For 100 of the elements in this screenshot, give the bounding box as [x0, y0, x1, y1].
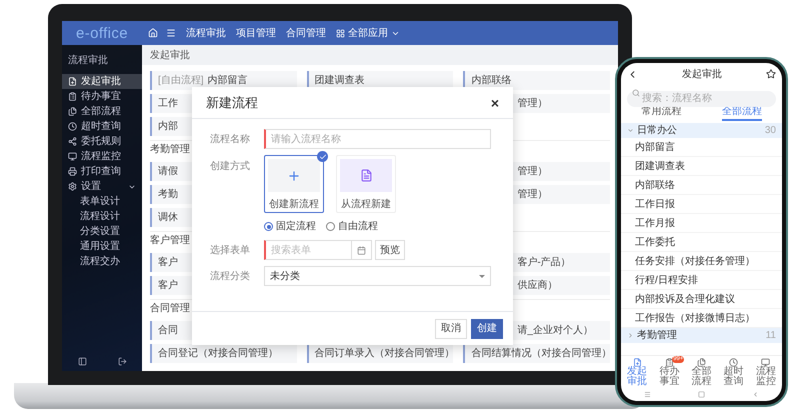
- process-name: 管理）: [517, 166, 548, 176]
- process-name: 客户: [158, 258, 178, 268]
- sidebar-subitem[interactable]: 流程设计: [62, 209, 142, 224]
- form-picker-button[interactable]: [352, 240, 372, 260]
- exit-icon[interactable]: [118, 356, 126, 366]
- cancel-button[interactable]: 取消: [435, 318, 467, 338]
- menu-item-icon: [68, 167, 77, 176]
- bottom-nav-item[interactable]: 发起审批: [621, 356, 654, 387]
- process-list-item[interactable]: 工作日报: [621, 195, 782, 214]
- process-name: 内部留言: [208, 76, 248, 86]
- menu-item-icon: [68, 92, 77, 101]
- panel-icon[interactable]: [78, 356, 86, 366]
- menu-icon[interactable]: [166, 28, 176, 38]
- sidebar-subitem[interactable]: 通用设置: [62, 239, 142, 254]
- process-name: 考勤: [158, 190, 178, 200]
- menu-item-icon: [68, 137, 77, 146]
- process-name: 管理）: [517, 98, 548, 108]
- group-header[interactable]: 考勤管理 11: [621, 328, 782, 343]
- sidebar-item[interactable]: 待办事宜: [62, 89, 142, 104]
- field-label: 创建方式: [210, 160, 251, 174]
- sidebar-item[interactable]: 打印查询: [62, 164, 142, 179]
- menu-item-icon: [68, 182, 77, 191]
- process-name: 合同订单录入（对接合同管理）: [314, 348, 455, 358]
- process-tag: [自由流程]: [158, 76, 204, 86]
- process-name: 调休: [158, 212, 178, 222]
- close-button[interactable]: ×: [490, 96, 499, 110]
- calendar-icon: [357, 246, 366, 254]
- nav-icon: [761, 358, 770, 367]
- top-nav-link[interactable]: 全部应用: [348, 26, 388, 40]
- sidebar-item[interactable]: 超时查询: [62, 119, 142, 134]
- process-type-radio[interactable]: 固定流程: [264, 219, 316, 234]
- star-icon[interactable]: [766, 69, 776, 79]
- create-button[interactable]: 创建: [471, 318, 503, 338]
- process-name: 内部联络: [471, 76, 512, 86]
- process-list-item[interactable]: 团建调查表: [621, 157, 782, 176]
- breadcrumb: 发起审批: [149, 48, 191, 62]
- card-label: 从流程新建: [341, 198, 391, 212]
- process-list-item[interactable]: 内部投诉及合理化建议: [621, 290, 782, 309]
- chevron-right-icon: [627, 332, 634, 339]
- nav-icon: [664, 358, 674, 367]
- process-name: 合同: [158, 326, 178, 336]
- process-name: 请_企业对个人）: [517, 326, 593, 336]
- card-label: 创建新流程: [269, 198, 319, 212]
- menu-item-icon: [68, 77, 77, 86]
- bottom-nav-item[interactable]: 超时查询: [718, 356, 750, 387]
- form-search-field[interactable]: 搜索表单: [264, 240, 352, 260]
- logo: e-office: [75, 26, 129, 40]
- sidebar-item[interactable]: 全部流程: [62, 104, 142, 119]
- process-list-item[interactable]: 任务安排（对接任务管理）: [621, 252, 782, 271]
- nav-icon: [697, 358, 706, 367]
- creation-mode-card[interactable]: 从流程新建: [336, 155, 396, 213]
- sidebar-subitem[interactable]: 分类设置: [62, 224, 142, 239]
- nav-icon: [729, 358, 738, 367]
- category-select[interactable]: 未分类: [264, 266, 491, 286]
- process-name-field[interactable]: 请输入流程名称: [264, 129, 491, 149]
- nav-icon: [632, 358, 642, 367]
- process-name: 团建调查表: [314, 76, 365, 86]
- top-nav-link[interactable]: 合同管理: [286, 26, 326, 40]
- dialog-title: 新建流程: [206, 94, 258, 112]
- process-list-item[interactable]: 工作月报: [621, 214, 782, 233]
- process-name: 供应商）: [517, 280, 558, 290]
- sidebar-subitem[interactable]: 流程交办: [62, 254, 142, 269]
- chevron-down-icon: [627, 127, 634, 134]
- process-list-item[interactable]: 内部留言: [621, 138, 782, 157]
- process-name: 合同结算情况（对接合同管理）: [471, 348, 612, 358]
- sidebar-item[interactable]: 委托规则: [62, 134, 142, 149]
- bottom-nav-item[interactable]: 全部流程: [685, 356, 718, 387]
- plus-icon: [287, 168, 301, 182]
- phone-title: 发起审批: [682, 68, 722, 82]
- sidebar-item[interactable]: 发起审批: [62, 74, 142, 89]
- search-field[interactable]: 搜索：流程名称: [627, 90, 776, 106]
- check-badge-icon: [317, 151, 328, 162]
- field-label: 流程分类: [210, 270, 251, 284]
- bottom-nav-item[interactable]: 流程监控: [750, 356, 782, 387]
- menu-item-icon: [68, 152, 77, 161]
- group-header[interactable]: 日常办公 30: [621, 123, 782, 138]
- process-item[interactable]: 合同订单录入（对接合同管理）: [306, 344, 454, 363]
- search-icon: [632, 89, 640, 97]
- process-list-item[interactable]: 内部联络: [621, 176, 782, 195]
- process-name: 合同登记（对接合同管理）: [158, 348, 278, 358]
- process-type-radio[interactable]: 自由流程: [326, 219, 378, 234]
- preview-button[interactable]: 预览: [375, 240, 405, 260]
- process-item[interactable]: 合同登记（对接合同管理）: [150, 344, 297, 363]
- apps-icon: [336, 28, 345, 38]
- process-list-item[interactable]: 行程/日程安排: [621, 271, 782, 290]
- process-item[interactable]: 内部联络: [463, 71, 610, 90]
- menu-item-icon: [68, 107, 77, 116]
- process-name: 内部: [158, 122, 178, 132]
- process-item[interactable]: 合同结算情况（对接合同管理）: [463, 344, 610, 363]
- menu-item-icon: [68, 122, 77, 131]
- process-name: 客户-产品）: [517, 258, 571, 268]
- top-nav-link[interactable]: 项目管理: [236, 26, 276, 40]
- process-name: 管理）: [517, 190, 548, 200]
- sidebar-subitem[interactable]: 表单设计: [62, 194, 142, 209]
- sidebar-item[interactable]: 设置: [62, 179, 142, 194]
- process-name: 客户: [158, 280, 178, 290]
- process-list-item[interactable]: 工作委托: [621, 233, 782, 252]
- process-name: 请假: [158, 166, 178, 176]
- top-nav-link[interactable]: 流程审批: [186, 26, 226, 40]
- sidebar-item[interactable]: 流程监控: [62, 149, 142, 164]
